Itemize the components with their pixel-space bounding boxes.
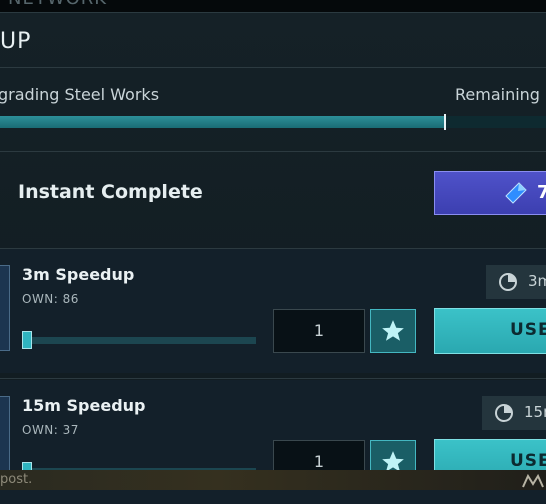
time-label: 3m [528,272,546,290]
time-label: 15m [524,403,546,421]
speedup-panel: UP grading Steel Works Remaining Instant… [0,12,546,504]
quantity-slider-handle[interactable] [22,331,32,349]
use-button-label: USE [510,320,546,340]
upgrading-label: grading Steel Works [0,85,160,104]
speedup-item-3m: 3m Speedup OWN: 86 1 3m USE [0,249,546,373]
instant-complete-row: Instant Complete 7 [0,151,546,245]
speedup-item-image [0,265,10,351]
time-badge: 3m [486,265,546,299]
top-band-text: NETWORK [8,0,107,9]
star-icon [382,320,404,341]
gem-cost: 7 [537,182,546,203]
upgrade-progress-bar [0,116,546,128]
top-band: NETWORK [0,0,546,12]
time-badge: 15m [482,396,546,430]
item-name: 15m Speedup [22,396,146,415]
remaining-label: Remaining [455,85,540,104]
divider [0,378,546,379]
panel-title: UP [0,29,32,54]
instant-complete-button[interactable]: 7 [434,171,546,215]
item-name: 3m Speedup [22,265,135,284]
quantity-slider[interactable] [22,337,256,344]
bottom-chat-strip: post. [0,470,546,490]
use-button-label: USE [510,451,546,471]
bottom-chat-text: post. [0,472,33,487]
divider [0,67,546,68]
item-own-count: OWN: 86 [22,292,79,306]
instant-complete-label: Instant Complete [18,181,203,203]
favorite-button[interactable] [370,309,416,353]
upgrade-progress-fill [0,116,445,128]
quantity-input[interactable]: 1 [273,309,365,353]
logo-icon [522,474,544,488]
clock-icon [495,404,513,422]
clock-icon [499,273,517,291]
use-button[interactable]: USE [434,308,546,354]
progress-marker [444,114,446,130]
item-own-count: OWN: 37 [22,423,79,437]
blue-gem-icon [505,182,527,204]
